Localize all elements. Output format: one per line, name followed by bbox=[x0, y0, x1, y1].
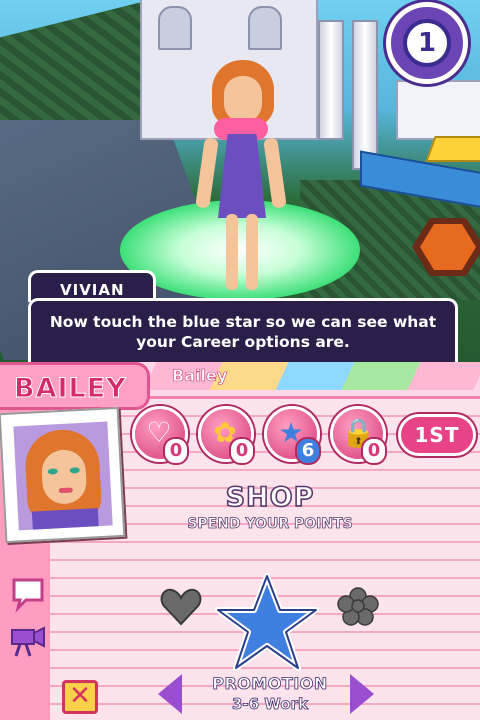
dialog-text: Now touch the blue star so we can see wh… bbox=[49, 313, 437, 351]
building-right bbox=[396, 80, 480, 140]
promotion-subtitle: 3-6 Work bbox=[231, 695, 309, 714]
camera-button[interactable] bbox=[8, 620, 48, 660]
speech-bubble-icon bbox=[12, 578, 44, 613]
speaker-name: VIVIAN bbox=[60, 281, 125, 299]
stat-hearts[interactable]: ♡ 0 bbox=[132, 406, 189, 465]
previous-arrow-icon[interactable] bbox=[158, 674, 182, 714]
stat-stars-count: 6 bbox=[295, 437, 321, 465]
turn-badge: 1 bbox=[386, 2, 468, 84]
close-icon: ✕ bbox=[69, 681, 91, 711]
stat-locks[interactable]: 🔒 0 bbox=[330, 406, 387, 465]
shop-subtitle: SPEND YOUR POINTS bbox=[187, 516, 353, 533]
stat-flowers-count: 0 bbox=[229, 437, 255, 465]
close-button[interactable]: ✕ bbox=[62, 680, 98, 714]
player-name: BAILEY bbox=[14, 373, 127, 405]
turn-number: 1 bbox=[403, 19, 451, 67]
promotion-label: PROMOTION 3-6 Work bbox=[190, 674, 350, 714]
flower-option-icon[interactable] bbox=[336, 586, 380, 626]
camera-icon bbox=[11, 626, 45, 657]
player-panel: Bailey BAILEY ♡ 0 ✿ 0 ★ 6 🔒 0 1ST SHOP S… bbox=[0, 362, 480, 720]
shop-title: SHOP bbox=[225, 481, 315, 514]
pillar-2 bbox=[352, 20, 378, 170]
stat-hearts-count: 0 bbox=[163, 437, 189, 465]
avatar bbox=[13, 421, 113, 531]
yellow-tile bbox=[425, 136, 480, 162]
heart-option-icon[interactable] bbox=[158, 584, 204, 628]
next-arrow-icon[interactable] bbox=[350, 674, 374, 714]
stat-flowers[interactable]: ✿ 0 bbox=[198, 406, 255, 465]
stat-locks-count: 0 bbox=[361, 437, 387, 465]
player-name-tab: BAILEY bbox=[0, 362, 150, 410]
pillar-1 bbox=[318, 20, 344, 140]
player-tab-name[interactable]: Bailey bbox=[172, 366, 228, 386]
promotion-title: PROMOTION bbox=[212, 674, 328, 694]
chat-button[interactable] bbox=[8, 574, 48, 614]
player-portrait bbox=[0, 406, 126, 544]
rank-badge: 1ST bbox=[398, 414, 476, 456]
selected-star-icon[interactable] bbox=[214, 572, 320, 672]
stat-stars[interactable]: ★ 6 bbox=[264, 406, 321, 465]
